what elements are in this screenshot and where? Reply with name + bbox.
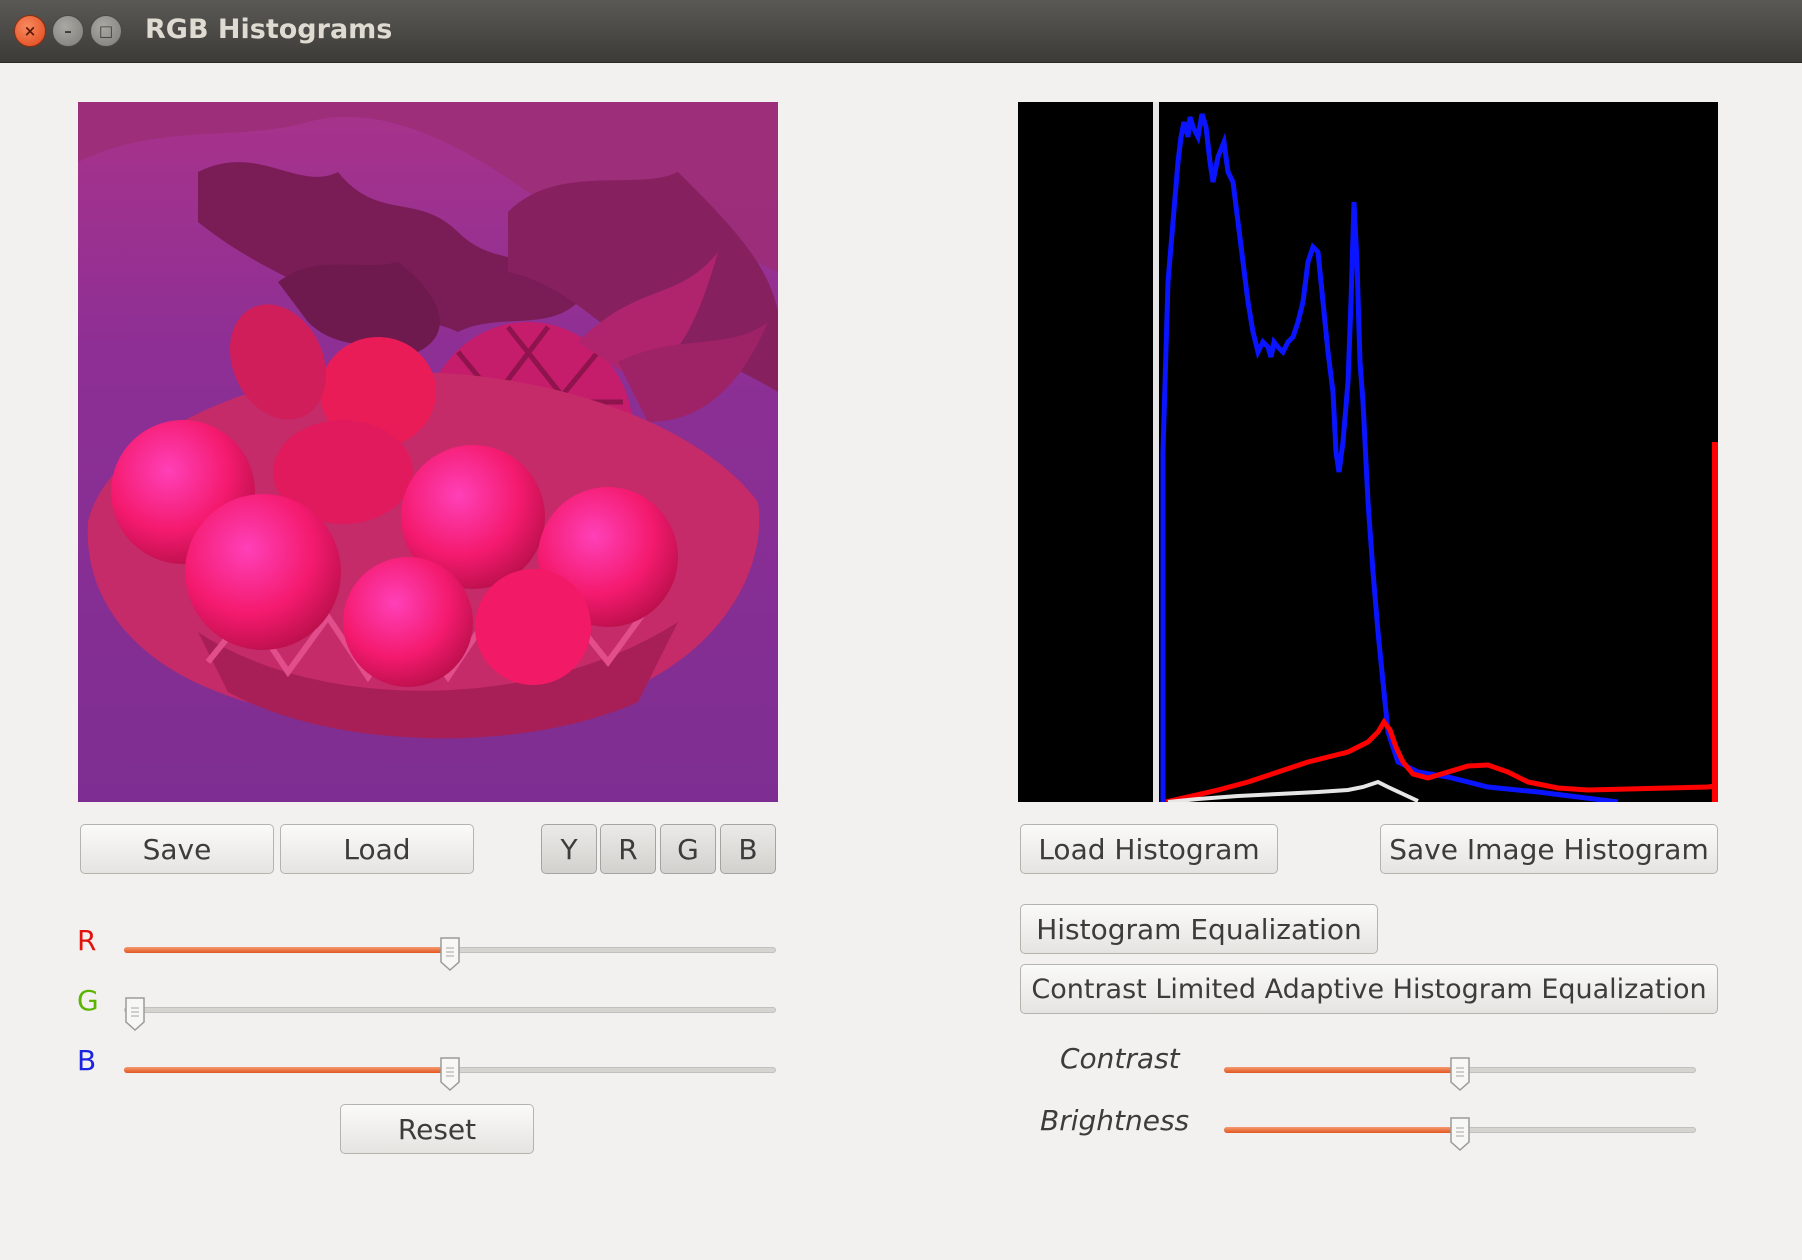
clahe-button[interactable]: Contrast Limited Adaptive Histogram Equa… xyxy=(1020,964,1718,1014)
save-image-histogram-button[interactable]: Save Image Histogram xyxy=(1380,824,1718,874)
brightness-label: Brightness xyxy=(1040,1104,1190,1137)
b-slider[interactable] xyxy=(124,1056,776,1092)
channel-g-button[interactable]: G xyxy=(660,824,716,874)
slider-handle[interactable] xyxy=(1449,1056,1471,1092)
app-window: × – □ RGB Histograms Save Load Y R G B R… xyxy=(0,0,1802,1260)
minimize-window-button[interactable]: – xyxy=(52,15,84,47)
window-title: RGB Histograms xyxy=(145,14,393,45)
channel-y-button[interactable]: Y xyxy=(541,824,597,874)
g-slider-label: G xyxy=(77,984,99,1017)
maximize-icon: □ xyxy=(98,22,114,40)
reset-button[interactable]: Reset xyxy=(340,1104,534,1154)
channel-r-button[interactable]: R xyxy=(600,824,656,874)
maximize-window-button[interactable]: □ xyxy=(90,15,122,47)
b-slider-label: B xyxy=(77,1044,97,1077)
channel-b-button[interactable]: B xyxy=(720,824,776,874)
slider-fill xyxy=(124,947,450,953)
contrast-label: Contrast xyxy=(1060,1042,1180,1075)
load-button[interactable]: Load xyxy=(280,824,474,874)
brightness-slider[interactable] xyxy=(1224,1116,1696,1152)
slider-fill xyxy=(1224,1067,1460,1073)
slider-handle[interactable] xyxy=(439,1056,461,1092)
fruit-basket-image xyxy=(78,102,778,802)
g-slider[interactable] xyxy=(124,996,776,1032)
title-bar: × – □ RGB Histograms xyxy=(0,0,1802,63)
minimize-icon: – xyxy=(64,22,72,40)
slider-handle[interactable] xyxy=(1449,1116,1471,1152)
histogram-view xyxy=(1018,102,1718,805)
histogram-equalization-button[interactable]: Histogram Equalization xyxy=(1020,904,1378,954)
histogram-canvas xyxy=(1018,102,1718,805)
image-preview xyxy=(78,102,778,802)
load-histogram-button[interactable]: Load Histogram xyxy=(1020,824,1278,874)
close-icon: × xyxy=(23,22,37,40)
save-button[interactable]: Save xyxy=(80,824,274,874)
r-slider-label: R xyxy=(77,924,97,957)
r-slider[interactable] xyxy=(124,936,776,972)
close-window-button[interactable]: × xyxy=(14,15,46,47)
contrast-slider[interactable] xyxy=(1224,1056,1696,1092)
slider-fill xyxy=(124,1067,450,1073)
slider-groove xyxy=(124,1007,776,1013)
slider-handle[interactable] xyxy=(124,996,146,1032)
slider-handle[interactable] xyxy=(439,936,461,972)
slider-fill xyxy=(1224,1127,1460,1133)
